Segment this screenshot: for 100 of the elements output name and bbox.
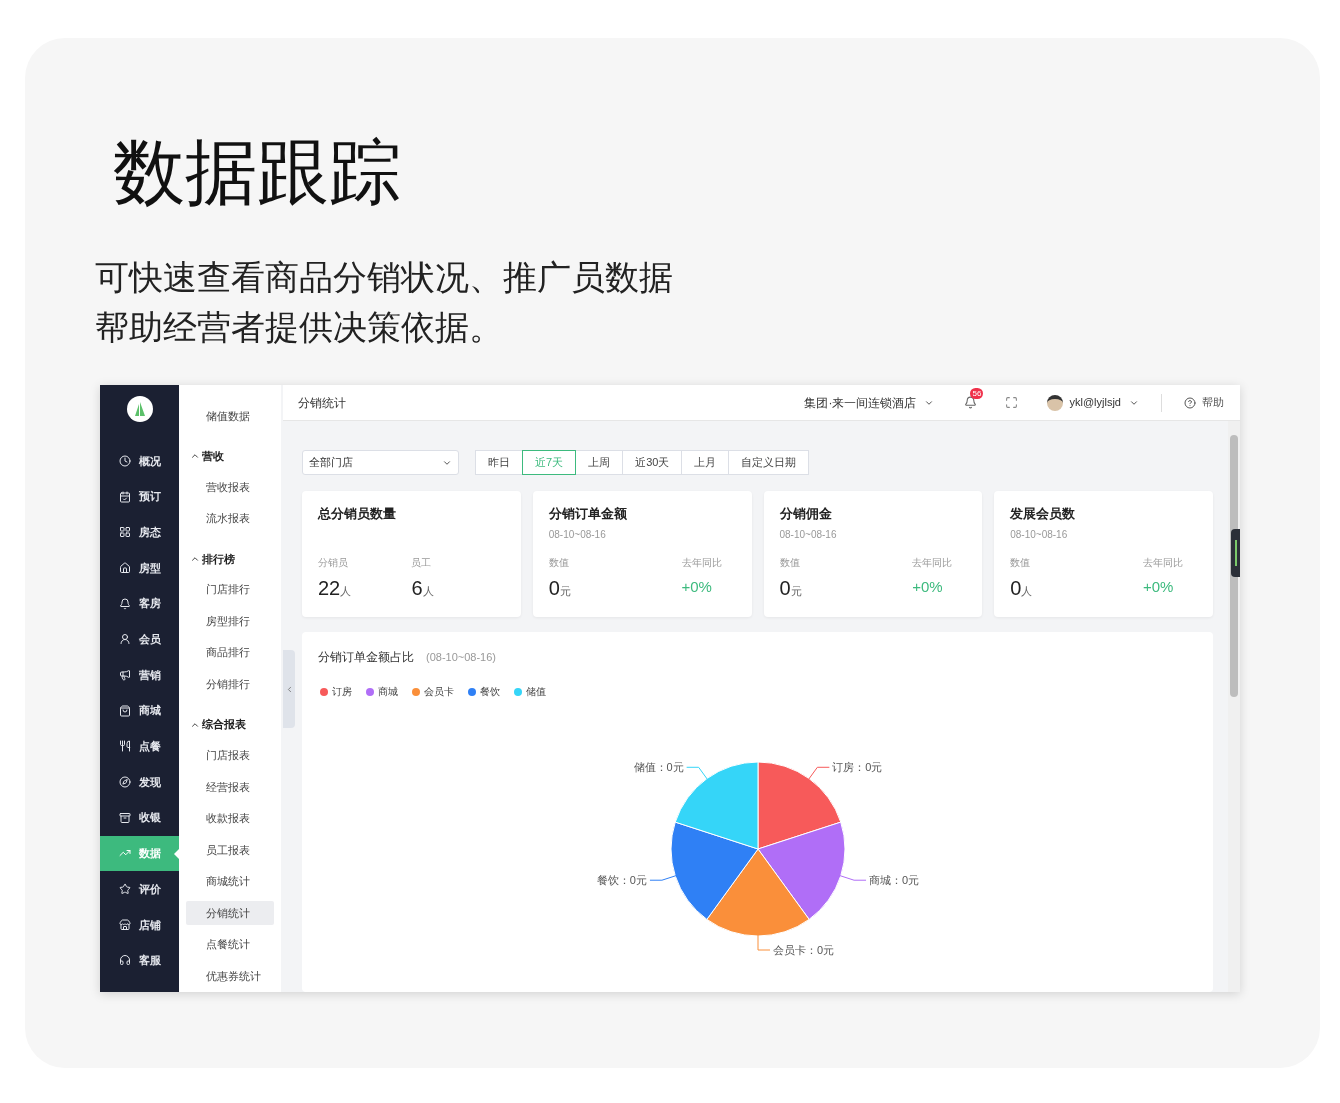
user-icon bbox=[119, 633, 131, 646]
stat-label: 员工 bbox=[411, 556, 433, 570]
bag-icon bbox=[119, 704, 131, 717]
range-tab[interactable]: 上周 bbox=[575, 450, 624, 475]
nav-item[interactable]: 发现 bbox=[100, 764, 179, 800]
help-icon bbox=[1184, 396, 1196, 409]
store-icon bbox=[119, 918, 131, 931]
menu-group[interactable]: 综合报表 bbox=[186, 700, 274, 740]
range-tab[interactable]: 昨日 bbox=[475, 450, 523, 475]
submenu-item[interactable]: 营收报表 bbox=[186, 475, 274, 499]
stat-label: 去年同比 bbox=[912, 556, 953, 570]
nav-item[interactable]: 营销 bbox=[100, 657, 179, 693]
slice-label: 餐饮：0元 bbox=[596, 874, 647, 887]
chart-title: 分销订单金额占比 bbox=[318, 649, 414, 666]
submenu-item[interactable]: 门店排行 bbox=[186, 577, 274, 602]
submenu-item[interactable]: 收款报表 bbox=[186, 806, 274, 831]
range-tab[interactable]: 自定义日期 bbox=[728, 450, 810, 475]
nav-item[interactable]: 店铺 bbox=[100, 906, 179, 943]
submenu-item[interactable]: 分销统计 bbox=[186, 901, 274, 925]
stat-label: 分销员 bbox=[318, 556, 349, 570]
card-title: 总分销员数量 bbox=[318, 505, 397, 523]
stat-value: 0元 bbox=[548, 576, 572, 601]
submenu-item[interactable]: 流水报表 bbox=[186, 506, 274, 531]
submenu-item[interactable]: 经营报表 bbox=[186, 775, 274, 799]
legend-label: 商城 bbox=[378, 685, 398, 699]
clock-icon bbox=[119, 454, 131, 467]
leader-line bbox=[649, 874, 678, 881]
leader-line bbox=[807, 766, 830, 781]
fullscreen-icon[interactable] bbox=[1005, 396, 1019, 409]
utensils-icon bbox=[119, 740, 131, 753]
collapse-handle[interactable] bbox=[283, 650, 295, 728]
slice-label: 储值：0元 bbox=[633, 761, 684, 774]
user-dropdown[interactable]: ykl@lyjlsjd bbox=[1069, 394, 1139, 411]
slice-label: 商城：0元 bbox=[869, 874, 920, 887]
card-title: 发展会员数 bbox=[1010, 505, 1077, 523]
submenu-item[interactable]: 商城统计 bbox=[186, 869, 274, 894]
stat-value: 6人 bbox=[411, 576, 435, 601]
calendar-check-icon bbox=[119, 490, 131, 503]
legend-label: 订房 bbox=[332, 685, 352, 699]
stat-label: 数值 bbox=[1010, 556, 1032, 570]
submenu-item[interactable]: 商品排行 bbox=[186, 640, 274, 665]
menu-group[interactable]: 排行榜 bbox=[186, 534, 274, 574]
scrollbar[interactable] bbox=[1228, 421, 1240, 992]
card-title: 分销佣金 bbox=[779, 505, 833, 523]
nav-item[interactable]: 客服 bbox=[100, 942, 179, 979]
nav-item[interactable]: 概况 bbox=[100, 443, 179, 479]
submenu-item[interactable]: 点餐统计 bbox=[186, 932, 274, 957]
nav-item[interactable]: 评价 bbox=[100, 871, 179, 907]
card-date: 08-10~08-16 bbox=[1010, 528, 1069, 541]
submenu-item[interactable]: 员工报表 bbox=[186, 838, 274, 862]
heading: 数据跟踪 bbox=[113, 131, 402, 214]
nav-item[interactable]: 房型 bbox=[100, 550, 179, 586]
house-icon bbox=[119, 561, 131, 574]
bell-icon bbox=[119, 597, 131, 610]
legend-label: 餐饮 bbox=[480, 685, 500, 699]
submenu-item[interactable]: 房型排行 bbox=[186, 609, 274, 633]
range-tab[interactable]: 近30天 bbox=[622, 450, 683, 475]
logo-icon bbox=[126, 396, 153, 422]
submenu-item[interactable]: 门店报表 bbox=[186, 743, 274, 768]
nav-item[interactable]: 商城 bbox=[100, 692, 179, 729]
nav-item[interactable]: 点餐 bbox=[100, 728, 179, 765]
chart-range: (08-10~08-16) bbox=[426, 649, 497, 665]
stat-change: +0% bbox=[1143, 577, 1175, 597]
slice-label: 订房：0元 bbox=[832, 761, 883, 774]
nav-item[interactable]: 预订 bbox=[100, 478, 179, 515]
leader-line bbox=[686, 766, 709, 781]
compass-icon bbox=[119, 776, 131, 789]
stat-value: 22人 bbox=[318, 576, 353, 601]
nav-item[interactable]: 会员 bbox=[100, 621, 179, 658]
submenu-item[interactable]: 储值数据 bbox=[186, 404, 274, 428]
stat-change: +0% bbox=[681, 577, 713, 597]
store-select[interactable]: 全部门店 bbox=[302, 450, 459, 475]
stat-value: 0人 bbox=[1010, 576, 1034, 601]
slice-label: 会员卡：0元 bbox=[773, 944, 835, 956]
range-tab[interactable]: 上月 bbox=[681, 450, 730, 475]
card-title: 分销订单金额 bbox=[548, 505, 628, 523]
org-dropdown[interactable]: 集团·来一间连锁酒店 bbox=[804, 393, 935, 412]
grid-icon bbox=[119, 526, 131, 539]
card-date: 08-10~08-16 bbox=[548, 528, 607, 541]
nav-item[interactable]: 收银 bbox=[100, 799, 179, 836]
nav-item[interactable]: 客房 bbox=[100, 585, 179, 622]
cash-box-icon bbox=[119, 811, 131, 824]
leader-line bbox=[757, 933, 771, 951]
stat-value: 0元 bbox=[779, 576, 803, 601]
stat-label: 数值 bbox=[548, 556, 570, 570]
subtitle-line: 可快速查看商品分销状况、推广员数据 bbox=[95, 257, 674, 298]
stat-label: 去年同比 bbox=[1143, 556, 1183, 570]
menu-group[interactable]: 营收 bbox=[186, 431, 274, 472]
notification-badge: 56 bbox=[970, 388, 984, 399]
nav-item[interactable]: 房态 bbox=[100, 514, 179, 551]
stat-label: 数值 bbox=[779, 556, 801, 570]
help-button[interactable]: 帮助 bbox=[1184, 394, 1224, 411]
notification-button[interactable] bbox=[964, 396, 978, 409]
leader-line bbox=[838, 874, 867, 881]
subtitle-line: 帮助经营者提供决策依据。 bbox=[95, 307, 504, 348]
legend-label: 储值 bbox=[526, 685, 546, 699]
submenu-item[interactable]: 优惠券统计 bbox=[186, 964, 274, 989]
stat-label: 去年同比 bbox=[681, 556, 722, 570]
submenu-item[interactable]: 分销排行 bbox=[186, 672, 274, 696]
side-handle[interactable] bbox=[1231, 529, 1240, 577]
